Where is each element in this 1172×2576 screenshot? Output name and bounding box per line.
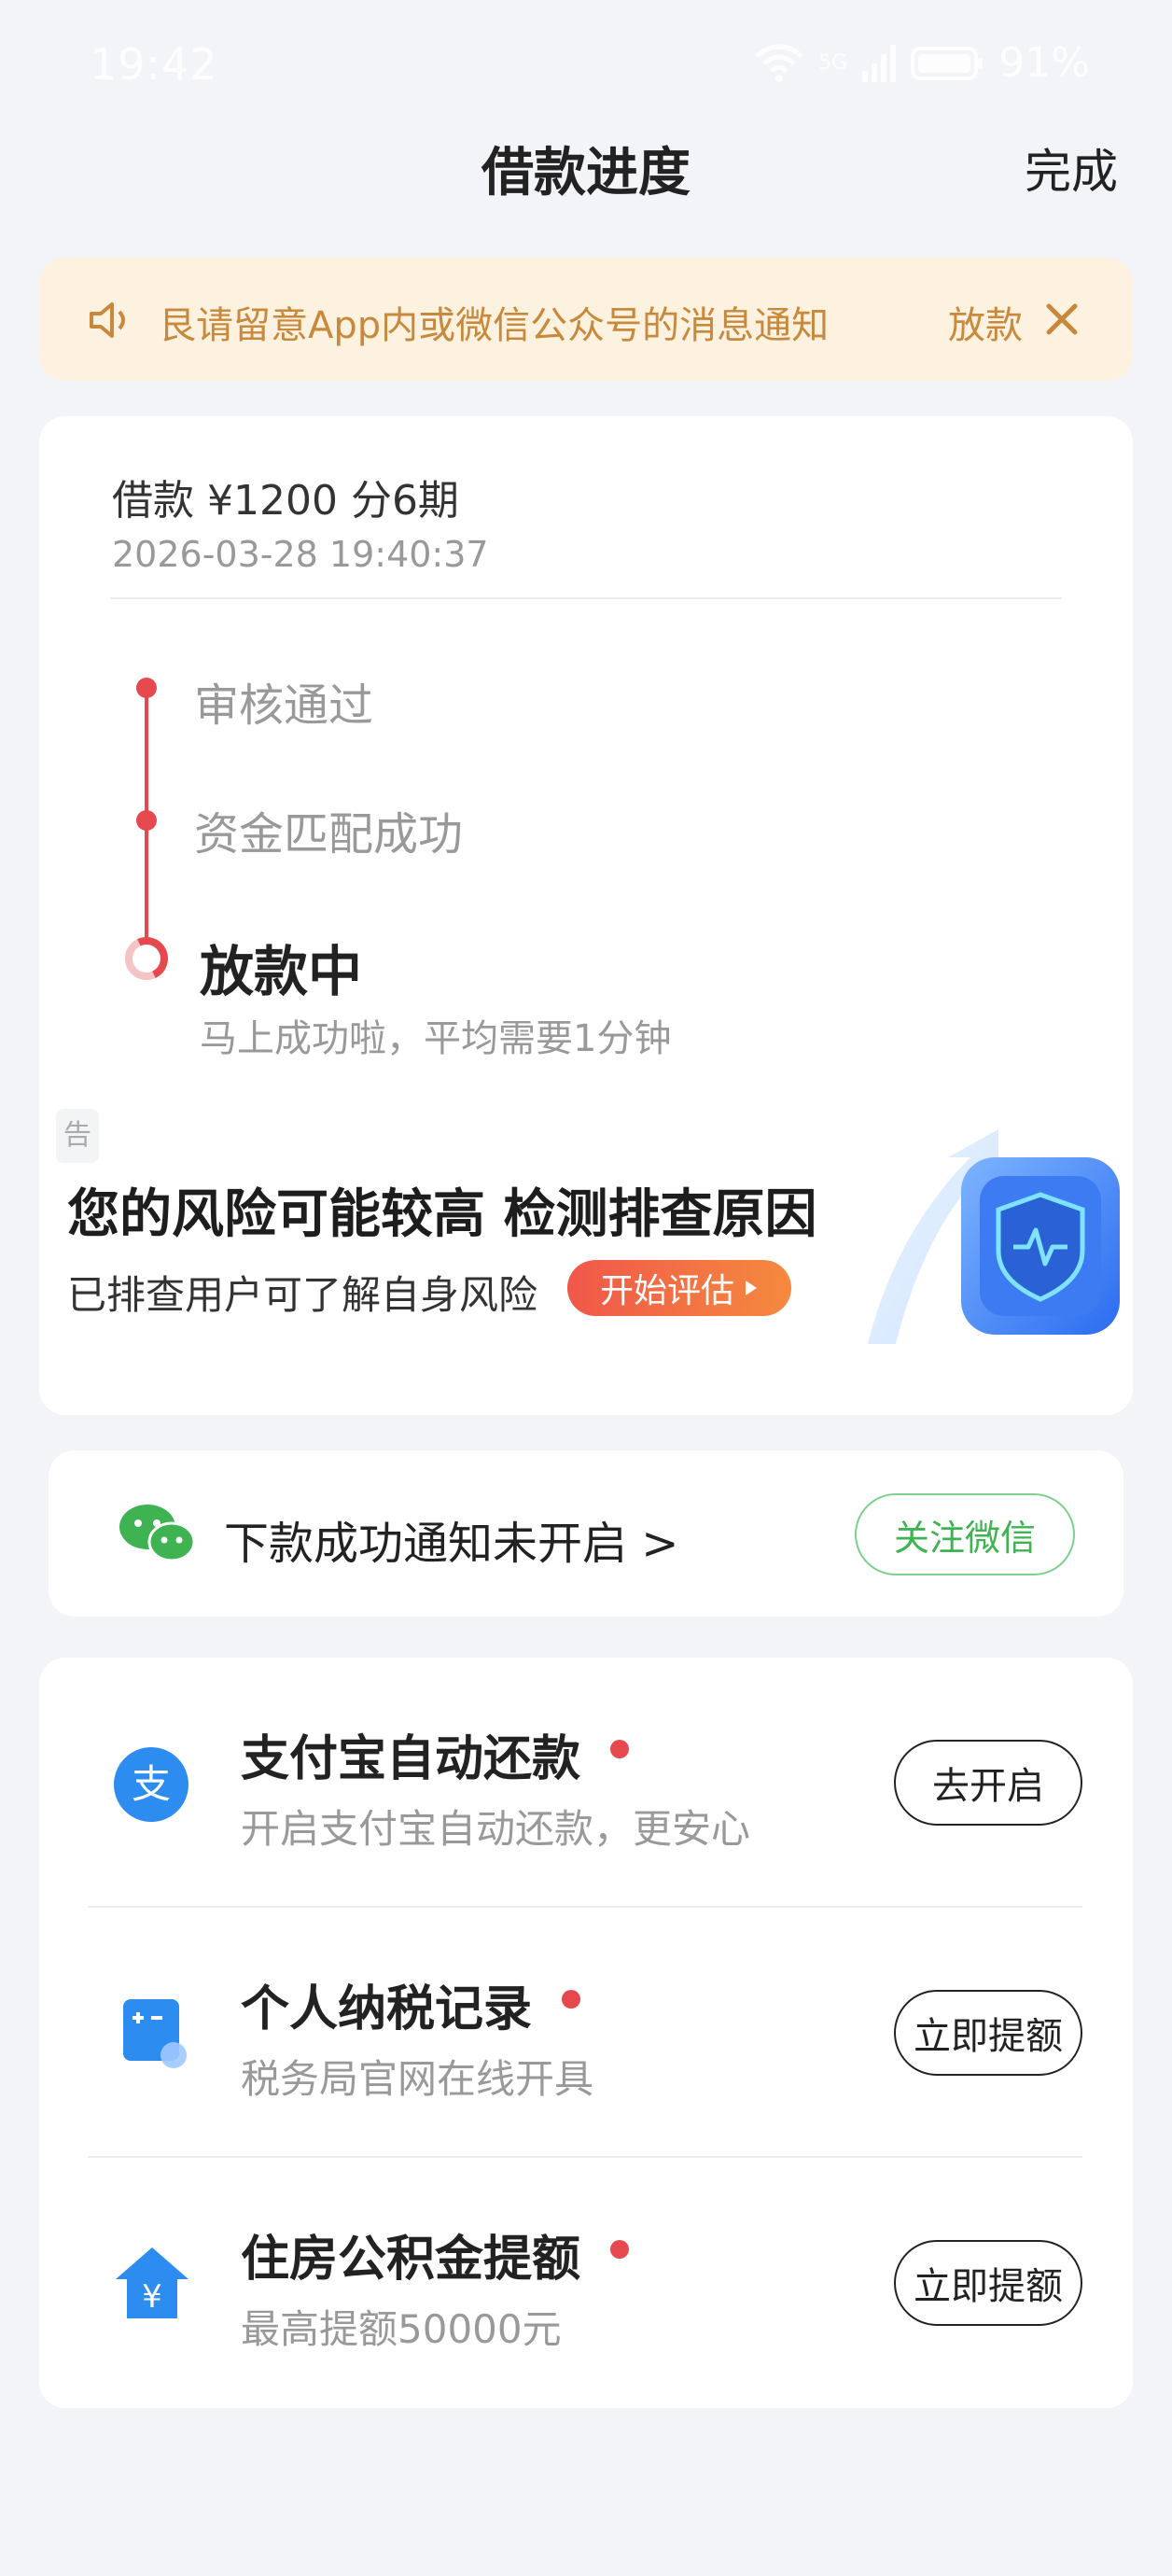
page-title: 借款进度 [481,143,691,203]
battery-percent: 91% [998,39,1090,87]
service-desc: 税务局官网在线开具 [241,2056,594,2102]
close-icon[interactable] [1043,301,1081,338]
follow-wechat-button[interactable]: 关注微信 [855,1493,1075,1575]
start-assessment-button[interactable]: 开始评估 [567,1260,791,1316]
tax-record-button[interactable]: 立即提额 [894,1990,1082,2076]
signal-icon [862,44,897,82]
start-assessment-label: 开始评估 [599,1272,734,1310]
wechat-icon [119,1505,196,1562]
notice-text: 艮请留意App内或微信公众号的消息通知 [159,304,830,347]
risk-subtitle: 已排查用户可了解自身风险 [67,1272,538,1318]
done-button[interactable]: 完成 [1025,134,1118,202]
alipay-icon: 支 [114,1747,188,1822]
step-current-label: 放款中 [200,940,363,1003]
step-label: 审核通过 [194,679,374,732]
battery-icon [911,46,984,80]
calculator-icon [123,1999,187,2068]
divider [88,2156,1082,2158]
status-indicators: 5G 91% [753,39,1090,87]
ad-tag: 告 [56,1109,99,1163]
network-label: 5G [818,51,848,75]
housing-fund-button[interactable]: 立即提额 [894,2240,1082,2326]
service-title: 支付宝自动还款 [241,1731,581,1787]
service-title: 住房公积金提额 [241,2232,581,2288]
notice-trailing-text: 放款 [948,304,1023,347]
notice-bar: 艮请留意App内或微信公众号的消息通知 放款 [39,258,1133,381]
service-title: 个人纳税记录 [241,1981,533,2037]
play-arrow-icon [746,1281,757,1295]
svg-text:支: 支 [132,1761,171,1807]
enable-alipay-button[interactable]: 去开启 [894,1740,1082,1826]
loan-summary: 借款 ¥1200 分6期 [112,477,459,525]
timeline-dot [136,810,157,831]
step-label: 资金匹配成功 [194,808,464,861]
divider [88,1906,1082,1908]
step-current-desc: 马上成功啦，平均需要1分钟 [200,1017,672,1060]
red-dot-badge [562,1990,580,2009]
service-desc: 开启支付宝自动还款，更安心 [241,1806,751,1852]
house-yuan-icon: ¥ [116,2247,188,2318]
timeline-current-ring [125,937,168,980]
risk-title[interactable]: 您的风险可能较高 检测排查原因 [67,1172,817,1248]
timeline-dot [136,678,157,698]
red-dot-badge [610,1740,629,1758]
loan-datetime: 2026-03-28 19:40:37 [112,534,489,575]
svg-text:¥: ¥ [142,2278,162,2316]
service-desc: 最高提额50000元 [241,2306,562,2352]
divider [110,597,1062,599]
speaker-icon [90,302,125,338]
red-dot-badge [610,2240,629,2259]
wechat-notice-text[interactable]: 下款成功通知未开启 > [224,1506,678,1572]
status-time: 19:42 [90,39,218,90]
wifi-icon [755,44,803,82]
shield-illustration-icon [868,1129,1120,1344]
